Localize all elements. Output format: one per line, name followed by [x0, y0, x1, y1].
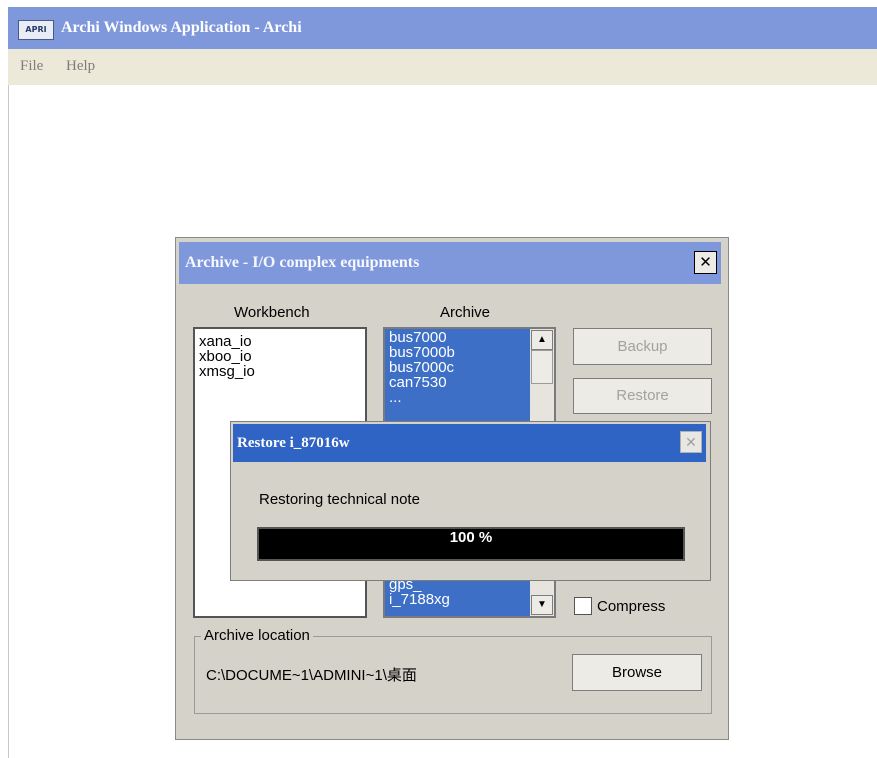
app-title: Archi Windows Application - Archi — [61, 19, 302, 36]
close-icon[interactable]: ✕ — [694, 251, 717, 274]
scroll-thumb[interactable] — [531, 350, 553, 384]
list-item[interactable]: ... — [385, 390, 531, 405]
menubar: File Help — [8, 49, 877, 85]
menu-file[interactable]: File — [20, 58, 43, 75]
workbench-label: Workbench — [234, 304, 310, 321]
backup-button[interactable]: Backup — [573, 328, 712, 365]
progress-bar: 100 % — [257, 527, 685, 561]
archive-location-group: Archive location C:\DOCUME~1\ADMINI~1\桌面… — [194, 627, 712, 714]
app-icon: APRI — [18, 20, 54, 40]
progress-title: Restore i_87016w — [237, 435, 350, 451]
compress-label: Compress — [597, 598, 666, 615]
progress-message: Restoring technical note — [259, 491, 420, 508]
menu-help[interactable]: Help — [66, 58, 95, 75]
close-icon[interactable]: ✕ — [680, 431, 702, 453]
compress-checkbox[interactable] — [574, 597, 592, 615]
archive-dialog-titlebar[interactable]: Archive - I/O complex equipments ✕ — [179, 242, 721, 284]
list-item[interactable]: xmsg_io — [195, 364, 365, 379]
archive-location-legend: Archive location — [201, 627, 313, 644]
scroll-up-icon[interactable]: ▲ — [531, 330, 553, 350]
list-item[interactable]: bus7000c — [385, 360, 531, 375]
list-item[interactable]: bus7000b — [385, 345, 531, 360]
archive-dialog-title: Archive - I/O complex equipments — [185, 254, 420, 271]
list-item[interactable]: bus7000 — [385, 330, 531, 345]
list-item[interactable]: xana_io — [195, 334, 365, 349]
list-item[interactable]: can7530 — [385, 375, 531, 390]
restore-button[interactable]: Restore — [573, 378, 712, 414]
restore-progress-dialog: Restore i_87016w ✕ Restoring technical n… — [230, 421, 711, 581]
scroll-down-icon[interactable]: ▼ — [531, 595, 553, 615]
list-item[interactable]: xboo_io — [195, 349, 365, 364]
archive-label: Archive — [440, 304, 491, 321]
progress-titlebar[interactable]: Restore i_87016w ✕ — [233, 424, 706, 462]
progress-percent: 100 % — [449, 529, 493, 546]
archive-location-path: C:\DOCUME~1\ADMINI~1\桌面 — [206, 667, 417, 684]
list-item[interactable]: i_7188xg — [385, 592, 531, 607]
browse-button[interactable]: Browse — [572, 654, 702, 691]
app-titlebar[interactable]: APRI Archi Windows Application - Archi — [8, 7, 877, 49]
